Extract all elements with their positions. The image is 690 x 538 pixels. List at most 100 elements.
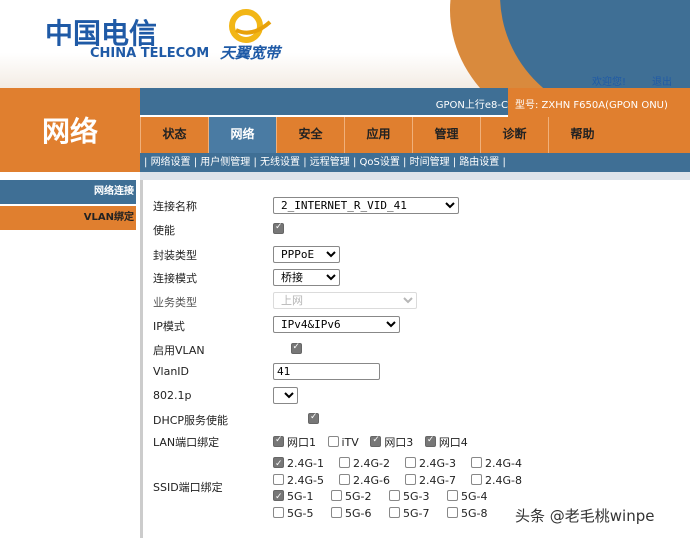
mode-select[interactable]: 桥接 xyxy=(273,269,340,286)
sidebar-item-vlan-binding[interactable]: VLAN绑定 xyxy=(0,206,136,230)
vlan-enable-checkbox[interactable] xyxy=(290,342,302,354)
ssid-checkbox[interactable] xyxy=(471,457,482,468)
subnav-routing[interactable]: 路由设置 xyxy=(459,157,499,168)
tab-diagnosis[interactable]: 诊断 xyxy=(480,117,548,153)
encap-label: 封装类型 xyxy=(153,249,197,262)
conn-name-label: 连接名称 xyxy=(153,200,197,213)
tab-network[interactable]: 网络 xyxy=(208,117,276,153)
ssid-option: 2.4G-4 xyxy=(471,456,529,473)
ssid-checkbox[interactable] xyxy=(405,473,416,485)
main-tabs: 状态 网络 安全 应用 管理 诊断 帮助 xyxy=(140,117,616,153)
ssid-checkbox[interactable] xyxy=(331,490,342,501)
subnav-remote[interactable]: 远程管理 xyxy=(310,157,350,168)
welcome-text: 欢迎您! xyxy=(592,77,627,88)
ssid-option-label: 2.4G-5 xyxy=(287,473,324,487)
dot1p-label: 802.1p xyxy=(153,389,192,402)
ipmode-select[interactable]: IPv4&IPv6 xyxy=(273,316,400,333)
header: 中国电信 CHINA TELECOM 天翼宽带 欢迎您! 退出 xyxy=(0,0,690,88)
conn-name-select[interactable]: 2_INTERNET_R_VID_41 xyxy=(273,197,459,214)
ssid-option: 5G-2 xyxy=(331,489,381,506)
ssid-option-label: 2.4G-2 xyxy=(353,457,390,470)
china-telecom-logo-en: CHINA TELECOM xyxy=(90,46,210,61)
ssid-checkbox[interactable] xyxy=(471,473,482,485)
ssid-option: 5G-3 xyxy=(389,489,439,506)
ssid-option-label: 2.4G-4 xyxy=(485,457,522,470)
ssid-option-label: 2.4G-3 xyxy=(419,457,456,470)
tab-help[interactable]: 帮助 xyxy=(548,117,616,153)
ssid-option-label: 5G-4 xyxy=(461,490,488,503)
ssid-row: 5G-5 5G-6 5G-7 5G-8 xyxy=(273,506,537,523)
itv-label: iTV xyxy=(341,436,359,449)
ssid-option-label: 5G-6 xyxy=(345,506,372,520)
enable-checkbox[interactable] xyxy=(273,222,284,234)
enable-label: 使能 xyxy=(153,224,175,237)
ssid-checkbox[interactable] xyxy=(273,506,284,518)
ssid-option-label: 5G-3 xyxy=(403,490,430,503)
lan1-checkbox[interactable] xyxy=(273,435,284,447)
ssid-binding-group: 2.4G-12.4G-22.4G-32.4G-42.4G-52.4G-62.4G… xyxy=(273,456,537,522)
ssid-checkbox[interactable] xyxy=(273,489,284,506)
divider xyxy=(140,172,690,180)
subnav-user-side[interactable]: 用户侧管理 xyxy=(200,157,250,168)
logout-link[interactable]: 退出 xyxy=(652,73,672,88)
ssid-option: 5G-7 xyxy=(389,506,439,523)
sub-nav: | 网络设置 | 用户侧管理 | 无线设置 | 远程管理 | QoS设置 | 时… xyxy=(140,153,690,172)
itv-checkbox[interactable] xyxy=(327,436,339,447)
ssid-option: 5G-6 xyxy=(331,506,381,523)
tab-application[interactable]: 应用 xyxy=(344,117,412,153)
ssid-checkbox[interactable] xyxy=(273,473,284,485)
ssid-checkbox[interactable] xyxy=(331,506,342,518)
subnav-network-settings[interactable]: 网络设置 xyxy=(151,157,191,168)
subnav-time[interactable]: 时间管理 xyxy=(410,157,450,168)
ssid-option: 2.4G-6 xyxy=(339,473,397,490)
ssid-checkbox[interactable] xyxy=(339,473,350,485)
ssid-option-label: 5G-2 xyxy=(345,490,372,503)
ssid-option-label: 2.4G-7 xyxy=(419,473,456,487)
lan4-checkbox[interactable] xyxy=(424,435,436,447)
gpon-label: GPON上行e8-C xyxy=(435,100,508,111)
subnav-wireless[interactable]: 无线设置 xyxy=(260,157,300,168)
dhcp-label: DHCP服务使能 xyxy=(153,414,229,427)
ssid-option-label: 5G-7 xyxy=(403,506,430,520)
lan1-label: 网口1 xyxy=(287,436,316,449)
ssid-option-label: 2.4G-6 xyxy=(353,473,390,487)
ssid-checkbox[interactable] xyxy=(389,506,400,518)
ssid-checkbox[interactable] xyxy=(447,490,458,501)
sidebar-item-network-connection[interactable]: 网络连接 xyxy=(0,180,136,204)
lan4-label: 网口4 xyxy=(438,436,468,449)
ssid-option: 2.4G-1 xyxy=(273,456,331,473)
model-label: 型号: ZXHN F650A(GPON ONU) xyxy=(515,100,668,111)
ipmode-label: IP模式 xyxy=(153,320,185,333)
ssid-row: 2.4G-1 2.4G-2 2.4G-3 2.4G-4 xyxy=(273,456,537,473)
ssid-option: 5G-4 xyxy=(447,489,497,506)
vlanid-input[interactable] xyxy=(273,363,380,380)
ssid-checkbox[interactable] xyxy=(339,457,350,468)
ssid-option: 5G-5 xyxy=(273,506,323,523)
dhcp-checkbox[interactable] xyxy=(308,412,319,424)
tianyi-logo-icon xyxy=(229,9,272,43)
lan3-checkbox[interactable] xyxy=(370,435,382,447)
ssid-option-label: 2.4G-1 xyxy=(287,457,324,470)
service-label: 业务类型 xyxy=(153,296,197,309)
ssid-row: 2.4G-5 2.4G-6 2.4G-7 2.4G-8 xyxy=(273,473,537,490)
ssid-option-label: 5G-8 xyxy=(461,506,488,520)
ssid-checkbox[interactable] xyxy=(447,506,458,518)
subnav-qos[interactable]: QoS设置 xyxy=(360,157,400,168)
lan-binding-label: LAN端口绑定 xyxy=(153,436,220,449)
ssid-row: 5G-1 5G-2 5G-3 5G-4 xyxy=(273,489,537,506)
ssid-option-label: 5G-1 xyxy=(287,490,314,503)
ssid-option: 2.4G-5 xyxy=(273,473,331,490)
tab-status[interactable]: 状态 xyxy=(140,117,208,153)
tab-security[interactable]: 安全 xyxy=(276,117,344,153)
ssid-checkbox[interactable] xyxy=(389,490,400,501)
tab-management[interactable]: 管理 xyxy=(412,117,480,153)
tianyi-logo-text: 天翼宽带 xyxy=(220,44,281,62)
ssid-checkbox[interactable] xyxy=(405,457,416,468)
dot1p-select[interactable]: 0 xyxy=(273,387,298,404)
encap-select[interactable]: PPPoE xyxy=(273,246,340,263)
ssid-option: 2.4G-8 xyxy=(471,473,529,490)
ssid-checkbox[interactable] xyxy=(273,456,284,473)
lan-binding-group: 网口1 iTV 网口3 网口4 xyxy=(273,434,476,450)
ssid-option-label: 5G-5 xyxy=(287,506,314,520)
ssid-option: 2.4G-7 xyxy=(405,473,463,490)
